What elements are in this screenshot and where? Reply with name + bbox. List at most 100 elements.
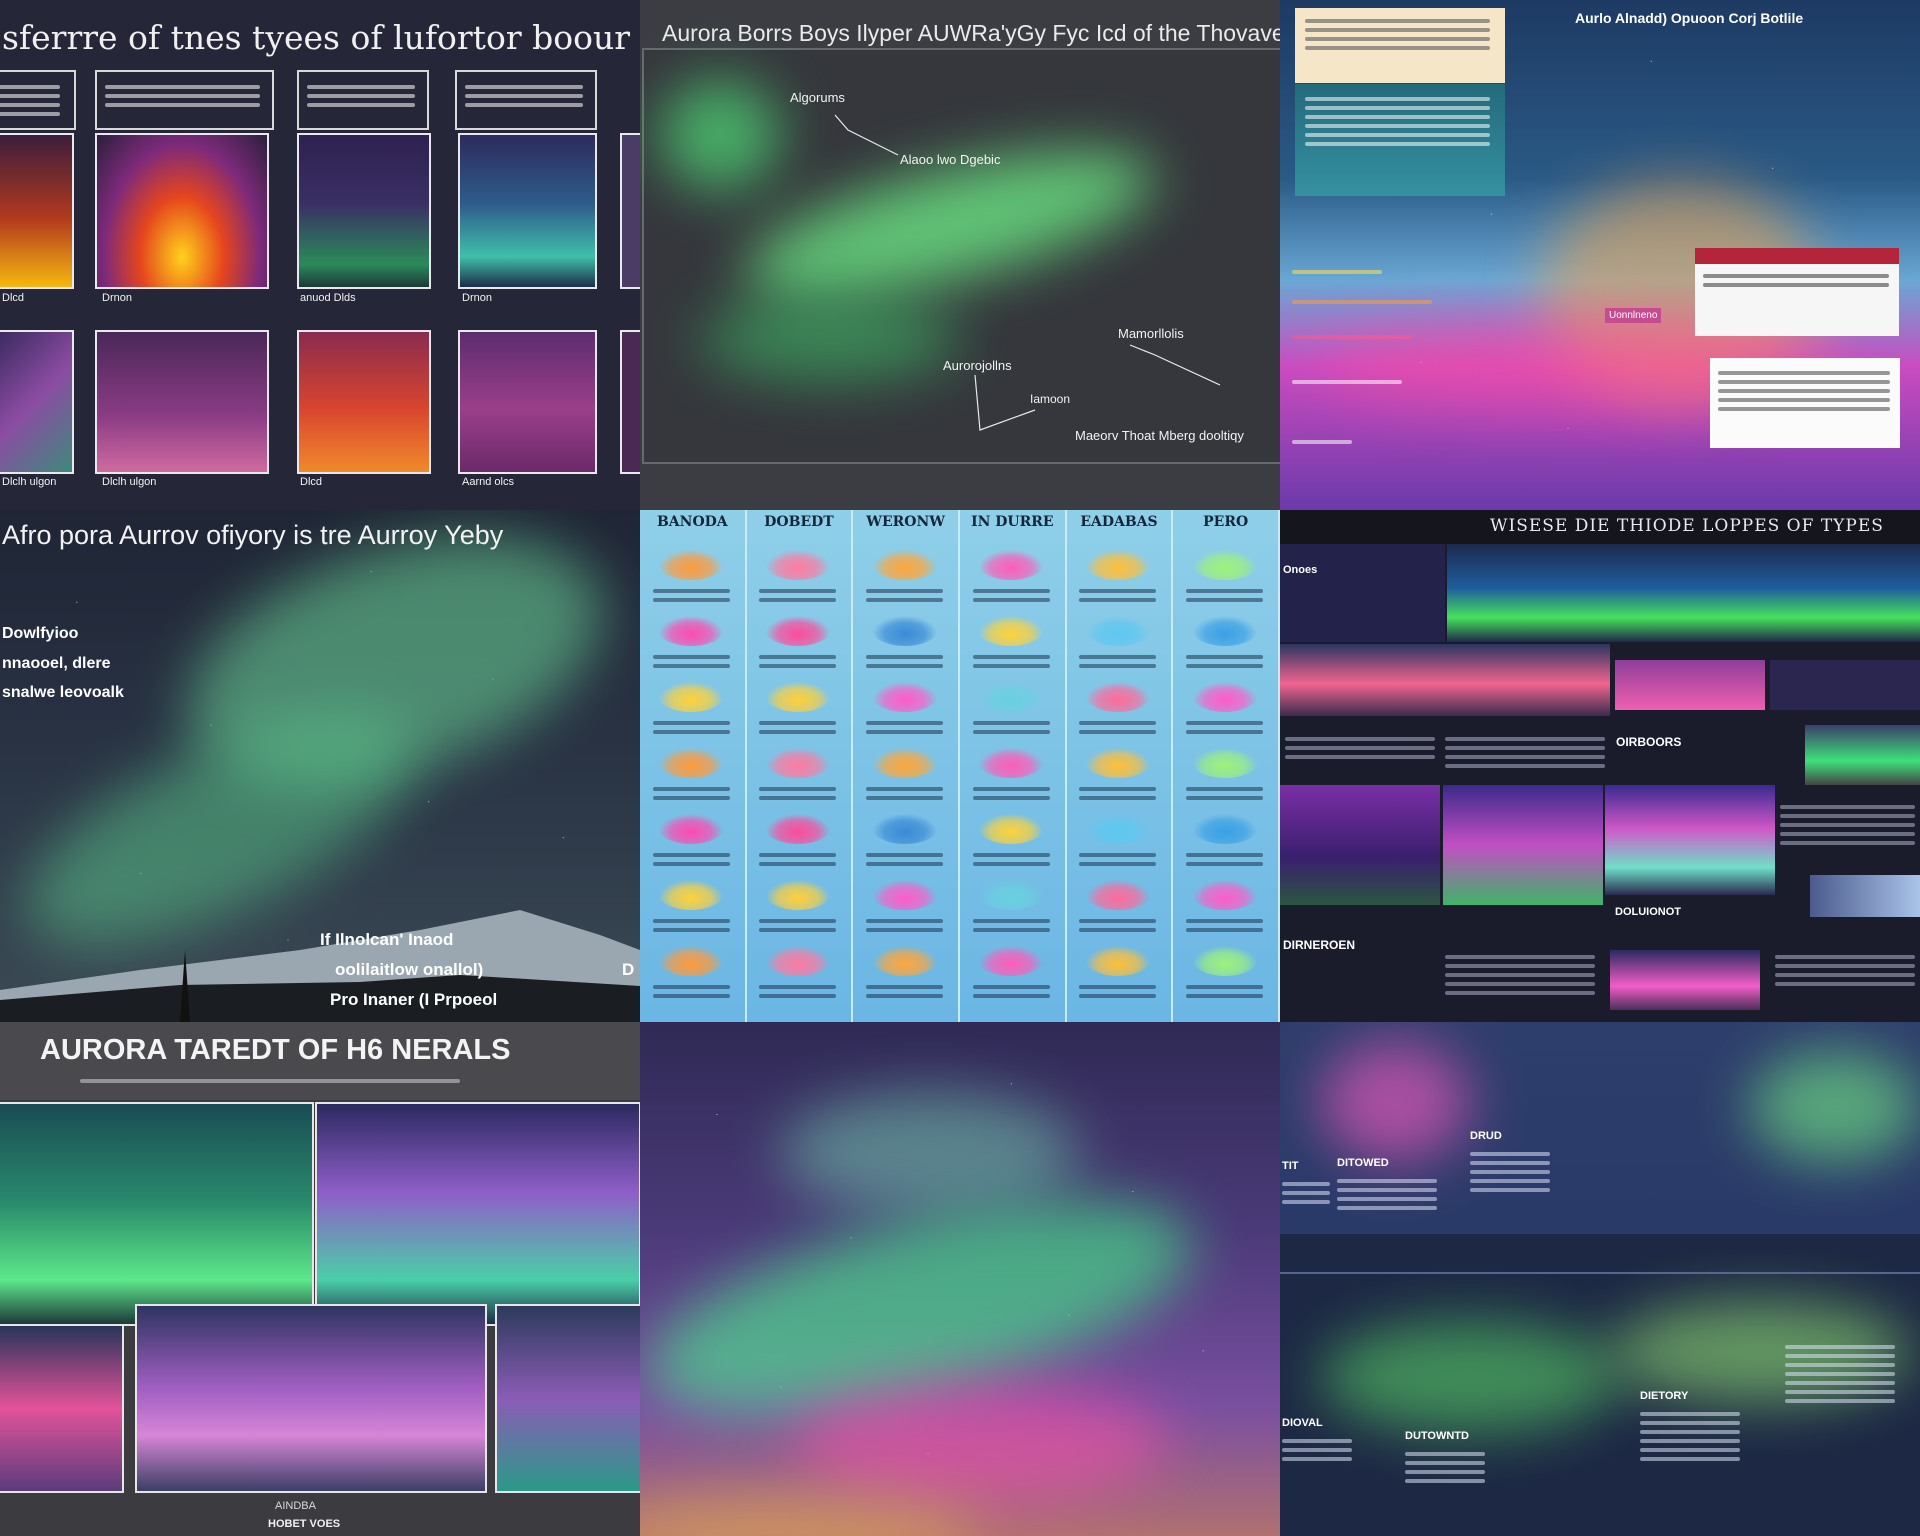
panel-divider — [1280, 1272, 1920, 1274]
text-block — [972, 650, 1050, 673]
aurora-icon — [1192, 748, 1257, 778]
aurora-icon — [1085, 748, 1150, 778]
annotation-label: Mamorllolis — [1118, 326, 1184, 341]
photo-rainbow — [1605, 785, 1775, 895]
aurora-image-red-violet — [95, 133, 269, 289]
photo-purple — [1443, 785, 1603, 905]
aurora-image-magenta — [458, 330, 597, 474]
text-block — [1785, 1340, 1895, 1408]
text-block — [1186, 914, 1263, 937]
tile-title: Aurlo Alnadd) Opuoon Corj Botlile — [1575, 10, 1804, 26]
label: DIRNEROEN — [1283, 938, 1356, 952]
label: DUTOWNTD — [1405, 1430, 1469, 1442]
text-block — [759, 782, 837, 805]
aurora-image-green — [297, 133, 431, 289]
photo-frame — [315, 1102, 640, 1326]
tile-aurora-annotated: Aurora Borrs Boys Ilyper AUWRa'yGy Fyc I… — [640, 0, 1280, 510]
aurora-icon — [765, 616, 830, 646]
text-block — [1285, 732, 1435, 764]
text-block — [866, 716, 943, 739]
caption: Dlcd — [300, 476, 323, 488]
tile-title: WISESE DIE THIODE LOPPES OF TYPES — [1490, 516, 1884, 536]
text-block — [972, 584, 1050, 607]
tile-aurora-icon-chart: BANODA DOBEDT WERONW IN DURRE EADABAS PERO — [640, 510, 1280, 1022]
aurora-icon — [872, 946, 937, 976]
aurora-icon — [659, 682, 724, 712]
text-block — [1186, 716, 1263, 739]
aurora-icon — [872, 550, 937, 580]
caption: Drnon — [462, 292, 492, 304]
text-block — [1079, 782, 1157, 805]
text-block — [652, 914, 730, 937]
footer-label: HOBET VOES — [268, 1518, 341, 1530]
aurora-icon — [659, 814, 724, 844]
aurora-icon — [1192, 550, 1257, 580]
photo-mountain — [1805, 725, 1920, 785]
text-block — [759, 716, 837, 739]
text-block — [972, 980, 1050, 1003]
tile-aurora-color-grid: sferrre of tnes tyees of lufortor boour … — [0, 0, 640, 510]
label: DIOVAL — [1282, 1417, 1323, 1429]
annotation-label: Aurorojollns — [943, 358, 1012, 373]
text-block — [1079, 980, 1157, 1003]
aurora-icon — [872, 748, 937, 778]
text-block — [1445, 732, 1605, 773]
aurora-icon — [1192, 880, 1257, 910]
aurora-icon — [1192, 946, 1257, 976]
icon-column: IN DURRE — [960, 510, 1067, 1022]
tile-aurora-infographic: DITOWED DRUD TIT DIOVAL DUTOWNTD DIETORY — [1280, 1022, 1920, 1536]
text-block — [1079, 584, 1157, 607]
annotation-label: Iamoon — [1030, 392, 1071, 406]
aurora-icon — [979, 682, 1044, 712]
text-block — [866, 980, 943, 1003]
label: DRUD — [1470, 1130, 1502, 1142]
caption: Dlcd — [2, 292, 25, 304]
column-header: WERONW — [866, 514, 946, 530]
aurora-icon — [979, 748, 1044, 778]
text-line: snalwe leovoalk — [2, 684, 124, 701]
tile-aurora-photo-grid: WISESE DIE THIODE LOPPES OF TYPES Onoes … — [1280, 510, 1920, 1022]
aurora-image-teal — [458, 133, 597, 289]
aurora-image-edge — [620, 133, 640, 289]
aurora-icon — [979, 880, 1044, 910]
text-block — [1186, 980, 1263, 1003]
text-block — [759, 980, 837, 1003]
photo-frame — [135, 1304, 487, 1493]
text-line: Pro Inaner (I Prpoeol — [330, 990, 498, 1009]
footer-label: AINDBA — [275, 1500, 316, 1512]
aurora-icon — [1192, 814, 1257, 844]
aurora-icon — [1085, 946, 1150, 976]
text-block — [1282, 1177, 1330, 1209]
icon-column: WERONW — [853, 510, 960, 1022]
text-block — [1775, 950, 1915, 991]
tile-title: AURORA TAREDT OF H6 NERALS — [40, 1034, 511, 1066]
aurora-icon — [872, 616, 937, 646]
text-block — [1186, 782, 1263, 805]
aurora-band — [1750, 1052, 1920, 1162]
legend-lines — [1292, 375, 1402, 389]
text-block — [972, 848, 1050, 871]
aurora-icon — [979, 946, 1044, 976]
column-header: PERO — [1203, 514, 1249, 530]
aurora-image-fire — [0, 133, 74, 289]
aurora-icon — [765, 748, 830, 778]
aurora-icon — [1192, 682, 1257, 712]
photo-pink-small — [1610, 950, 1760, 1010]
tile-title: Afro pora Aurrov ofiyory is tre Aurroy Y… — [2, 520, 504, 550]
caption: anuod Dlds — [300, 292, 356, 304]
text-block — [652, 782, 730, 805]
text-line: nnaooel, dlere — [2, 655, 111, 672]
text-block — [652, 584, 730, 607]
text-block — [1186, 584, 1263, 607]
text-block — [1470, 1147, 1550, 1197]
text-block — [652, 716, 730, 739]
text-block — [652, 650, 730, 673]
photo-pink — [1280, 644, 1610, 716]
aurora-band — [1320, 1042, 1470, 1162]
aurora-icon — [659, 550, 724, 580]
label: DIETORY — [1640, 1390, 1689, 1402]
text-block — [972, 716, 1050, 739]
aurora-icon — [765, 550, 830, 580]
caption: Dlclh ulgon — [102, 476, 157, 488]
aurora-icon — [1085, 616, 1150, 646]
